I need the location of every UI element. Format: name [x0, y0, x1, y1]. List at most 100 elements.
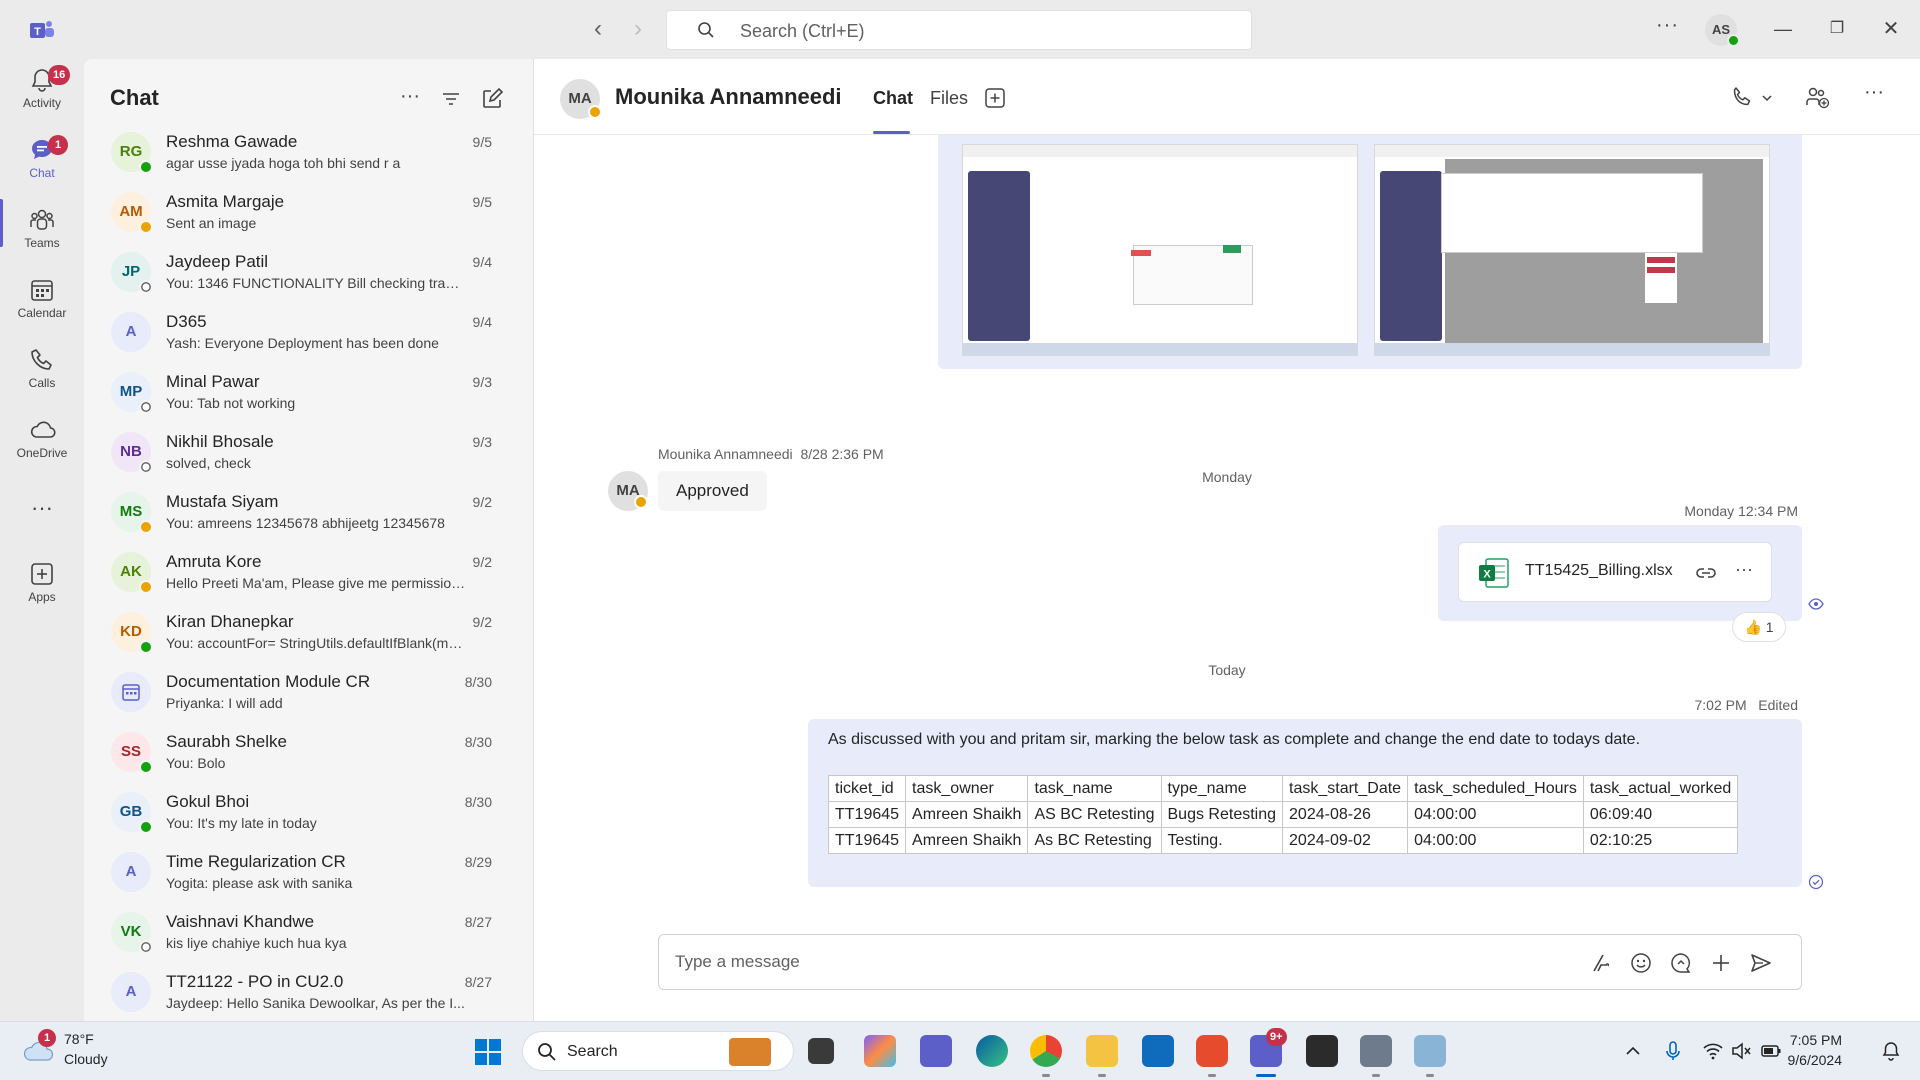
- chat-list-item[interactable]: GB Gokul Bhoi You: It's my late in today 8/…: [84, 782, 533, 842]
- compose-box[interactable]: [658, 934, 1802, 990]
- chat-item-preview: You: accountFor= StringUtils.defaultIfBl…: [166, 635, 466, 651]
- message-input[interactable]: [675, 948, 1475, 976]
- weather-temperature[interactable]: 78°F: [64, 1031, 94, 1047]
- app-running-indicator: [1208, 1074, 1216, 1077]
- chevron-down-icon[interactable]: [1760, 91, 1774, 105]
- svg-text:X: X: [1483, 569, 1491, 581]
- file-more-options-icon[interactable]: ···: [1735, 559, 1753, 580]
- calculator-icon[interactable]: [1360, 1035, 1392, 1067]
- table-header-cell: task_name: [1027, 775, 1162, 802]
- send-icon[interactable]: [1749, 951, 1773, 975]
- tab-files[interactable]: Files: [930, 88, 968, 109]
- volume-muted-icon[interactable]: [1730, 1040, 1752, 1062]
- file-attachment-card[interactable]: X TT15425_Billing.xlsx ···: [1458, 542, 1772, 602]
- chat-more-options-icon[interactable]: ···: [400, 86, 424, 111]
- add-people-icon[interactable]: [1804, 85, 1830, 109]
- forward-arrow-icon[interactable]: ›: [624, 16, 652, 44]
- teams-taskbar-badge: 9+: [1266, 1028, 1287, 1046]
- chat-list-item[interactable]: MP Minal Pawar You: Tab not working 9/3: [84, 362, 533, 422]
- chat-item-preview: Hello Preeti Ma'am, Please give me permi…: [166, 575, 466, 591]
- reaction-pill[interactable]: 👍 1: [1732, 612, 1786, 642]
- calendar-icon: [122, 684, 140, 701]
- rail-chat[interactable]: Chat 1: [0, 135, 84, 203]
- wps-office-icon[interactable]: [1196, 1035, 1228, 1067]
- microphone-icon[interactable]: [1662, 1040, 1684, 1062]
- rail-calls[interactable]: Calls: [0, 347, 84, 413]
- format-icon[interactable]: [1589, 951, 1613, 975]
- taskbar-search[interactable]: Search: [522, 1031, 794, 1071]
- rail-apps[interactable]: Apps: [0, 561, 84, 627]
- chat-list-item[interactable]: RG Reshma Gawade agar usse jyada hoga toh …: [84, 122, 533, 182]
- shared-image-manage-task[interactable]: [962, 144, 1358, 356]
- table-message-bubble[interactable]: As discussed with you and pritam sir, ma…: [808, 719, 1802, 887]
- shared-image-time-regularization[interactable]: [1374, 144, 1770, 356]
- copy-link-icon[interactable]: [1695, 562, 1717, 584]
- emoji-icon[interactable]: [1629, 951, 1653, 975]
- chat-list-item[interactable]: NB Nikhil Bhosale solved, check 9/3: [84, 422, 533, 482]
- chat-list-item[interactable]: JP Jaydeep Patil You: 1346 FUNCTIONALITY B…: [84, 242, 533, 302]
- teams-personal-icon[interactable]: [920, 1035, 952, 1067]
- contact-status-away-icon: [588, 105, 602, 119]
- presence-available-icon: [139, 820, 153, 834]
- photos-app-icon[interactable]: [1414, 1035, 1446, 1067]
- chat-list-item[interactable]: A Time Regularization CR Yogita: please as…: [84, 842, 533, 902]
- new-chat-icon[interactable]: [480, 87, 504, 111]
- more-options-icon[interactable]: ···: [1656, 14, 1679, 37]
- conversation-more-icon[interactable]: ···: [1864, 81, 1884, 104]
- rail-onedrive[interactable]: OneDrive: [0, 417, 84, 483]
- filter-icon[interactable]: [439, 87, 463, 111]
- edge-browser-icon[interactable]: [976, 1035, 1008, 1067]
- tab-chat[interactable]: Chat: [873, 88, 913, 109]
- app-running-indicator: [1098, 1074, 1106, 1077]
- file-name[interactable]: TT15425_Billing.xlsx: [1525, 562, 1673, 580]
- teams-logo-icon[interactable]: T: [28, 18, 56, 42]
- weather-condition[interactable]: Cloudy: [64, 1051, 108, 1067]
- loop-component-icon[interactable]: [1669, 951, 1693, 975]
- chat-list-item[interactable]: A D365 Yash: Everyone Deployment has been …: [84, 302, 533, 362]
- rail-calendar[interactable]: Calendar: [0, 277, 84, 343]
- task-view-icon[interactable]: [808, 1038, 834, 1064]
- chat-item-date: 8/27: [464, 914, 492, 930]
- chat-list-item[interactable]: AM Asmita Margaje Sent an image 9/5: [84, 182, 533, 242]
- more-apps-icon[interactable]: ···: [0, 495, 84, 525]
- search-box[interactable]: Search (Ctrl+E): [666, 10, 1252, 50]
- show-hidden-icons-chevron-icon[interactable]: [1622, 1040, 1644, 1062]
- rail-teams[interactable]: Teams: [0, 207, 84, 273]
- table-cell: Bugs Retesting: [1160, 801, 1284, 828]
- chat-list-item[interactable]: A TT21122 - PO in CU2.0 Jaydeep: Hello San…: [84, 962, 533, 1021]
- clock-date[interactable]: 9/6/2024: [1788, 1052, 1843, 1068]
- battery-icon[interactable]: [1760, 1040, 1782, 1062]
- screen-recorder-icon[interactable]: [1306, 1035, 1338, 1067]
- file-explorer-icon[interactable]: [1086, 1035, 1118, 1067]
- add-tab-icon[interactable]: [984, 87, 1006, 109]
- notification-bell-icon[interactable]: [1880, 1040, 1902, 1062]
- rail-label-calendar: Calendar: [17, 306, 67, 320]
- chat-badge: 1: [48, 135, 68, 155]
- rail-activity[interactable]: Activity 16: [0, 65, 84, 133]
- wifi-icon[interactable]: [1702, 1040, 1724, 1062]
- copilot-icon[interactable]: [864, 1035, 896, 1067]
- call-icon[interactable]: [1730, 85, 1754, 109]
- restore-icon[interactable]: ❐: [1822, 14, 1852, 44]
- chat-item-date: 9/3: [472, 434, 492, 450]
- rail-label-chat: Chat: [29, 166, 55, 180]
- chat-list-item[interactable]: MS Mustafa Siyam You: amreens 12345678 abh…: [84, 482, 533, 542]
- table-cell: Amreen Shaikh: [905, 827, 1029, 854]
- close-icon[interactable]: ✕: [1876, 14, 1906, 44]
- chat-list-item[interactable]: VK Vaishnavi Khandwe kis liye chahiye kuch…: [84, 902, 533, 962]
- chrome-browser-icon[interactable]: [1030, 1035, 1062, 1067]
- group-chat-avatar: A: [111, 852, 151, 892]
- windows-start-icon[interactable]: [474, 1038, 502, 1066]
- outlook-icon[interactable]: [1142, 1035, 1174, 1067]
- clock-time[interactable]: 7:05 PM: [1790, 1032, 1842, 1048]
- chat-list-panel: Chat ··· RG Reshma Gawade agar usse jyada …: [84, 59, 534, 1021]
- chat-list-item[interactable]: SS Saurabh Shelke You: Bolo 8/30: [84, 722, 533, 782]
- minimize-icon[interactable]: —: [1768, 14, 1798, 44]
- back-arrow-icon[interactable]: ‹: [584, 16, 612, 44]
- chat-list-item[interactable]: KD Kiran Dhanepkar You: accountFor= String…: [84, 602, 533, 662]
- chat-item-date: 9/2: [472, 494, 492, 510]
- attach-plus-icon[interactable]: [1709, 951, 1733, 975]
- chat-list-item[interactable]: Documentation Module CR Priyanka: I will …: [84, 662, 533, 722]
- chat-item-name: D365: [166, 312, 207, 331]
- chat-list-item[interactable]: AK Amruta Kore Hello Preeti Ma'am, Please …: [84, 542, 533, 602]
